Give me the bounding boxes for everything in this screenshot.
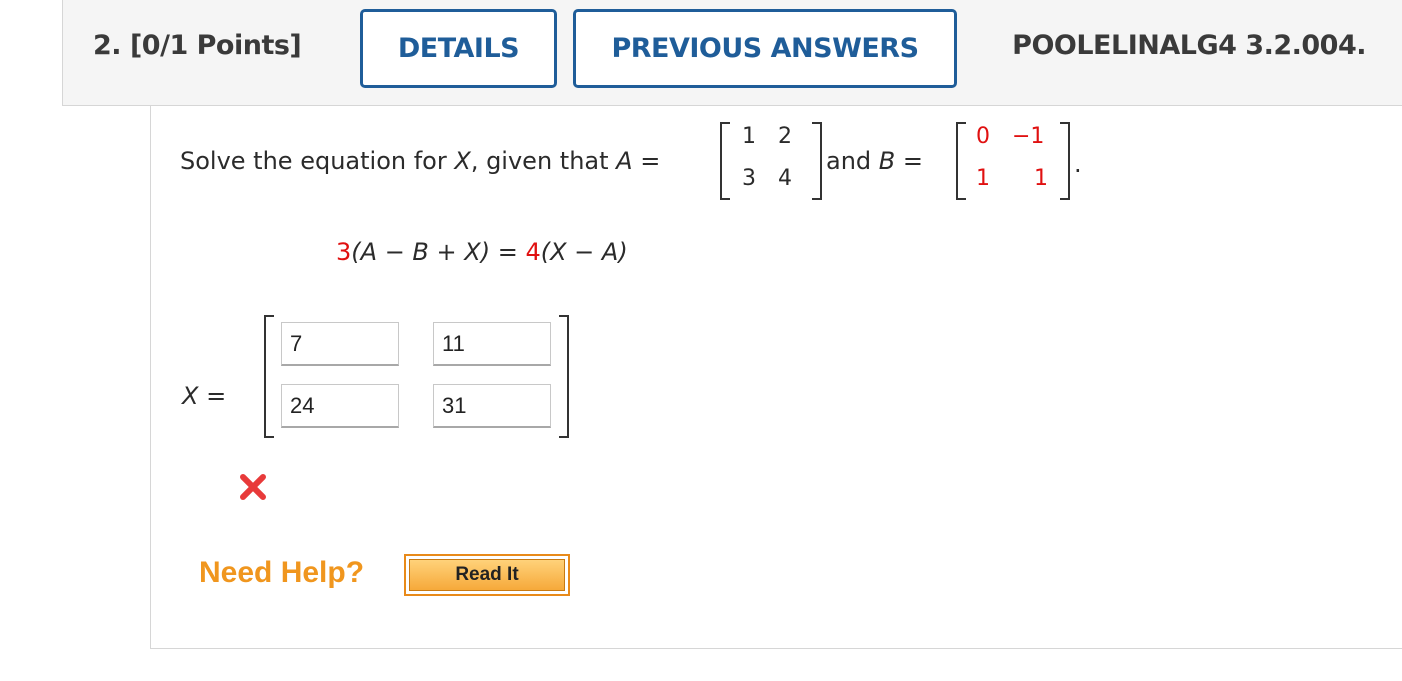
matrix-a-cell: 2 xyxy=(778,124,792,149)
answer-input-r1c2[interactable]: 11 xyxy=(433,322,551,366)
previous-answers-button[interactable]: PREVIOUS ANSWERS xyxy=(573,9,957,88)
need-help-label: Need Help? xyxy=(199,556,365,589)
incorrect-x-icon xyxy=(240,474,266,500)
matrix-a-cell: 1 xyxy=(742,124,756,149)
and-b-label: and B = xyxy=(826,147,924,175)
read-it-button[interactable]: Read It xyxy=(404,554,570,596)
problem-statement: Solve the equation for X, given that A = xyxy=(180,147,661,175)
matrix-b-cell: −1 xyxy=(1012,124,1045,149)
matrix-b-cell: 1 xyxy=(976,166,990,191)
matrix-b: 0 −1 1 1 xyxy=(956,122,1070,200)
answer-input-r2c1[interactable]: 24 xyxy=(281,384,399,428)
question-number-points: 2. [0/1 Points] xyxy=(93,30,302,61)
matrix-b-cell: 1 xyxy=(1034,166,1048,191)
matrix-a: 1 2 3 4 xyxy=(720,122,822,200)
question-number: 2. xyxy=(93,30,122,61)
matrix-b-cell: 0 xyxy=(976,124,990,149)
x-equals-label: X = xyxy=(182,382,227,410)
answer-input-r2c2[interactable]: 31 xyxy=(433,384,551,428)
textbook-reference: POOLELINALG4 3.2.004. xyxy=(1012,30,1366,61)
points-label: [0/1 Points] xyxy=(129,30,302,61)
right-coefficient: 4 xyxy=(525,238,541,266)
left-coefficient: 3 xyxy=(336,238,352,266)
read-it-label: Read It xyxy=(409,559,565,591)
details-button[interactable]: DETAILS xyxy=(360,9,557,88)
period: . xyxy=(1074,150,1082,178)
equation: 3(A − B + X) = 4(X − A) xyxy=(336,238,628,266)
matrix-a-cell: 4 xyxy=(778,166,792,191)
answer-input-r1c1[interactable]: 7 xyxy=(281,322,399,366)
matrix-a-cell: 3 xyxy=(742,166,756,191)
